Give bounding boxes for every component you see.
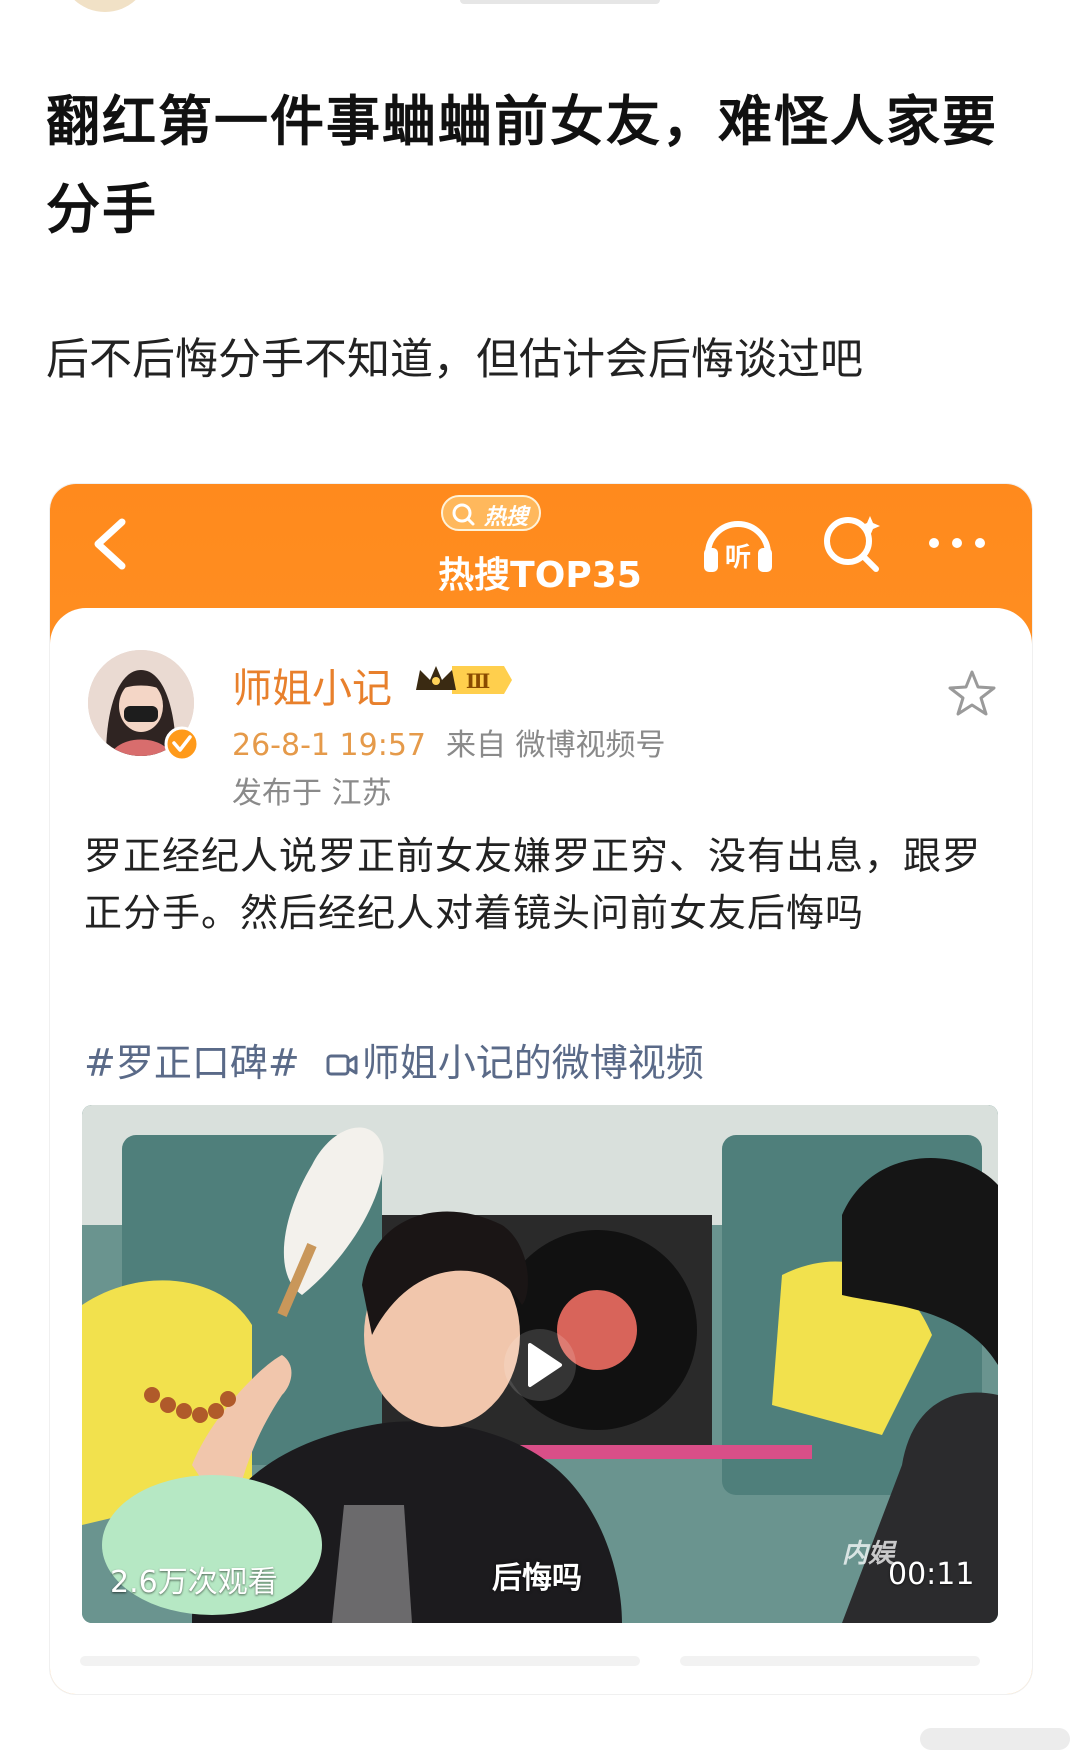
search-icon[interactable] <box>818 508 888 578</box>
video-link[interactable]: 师姐小记的微博视频 <box>362 1041 704 1085</box>
post-text: 罗正经纪人说罗正前女友嫌罗正穷、没有出息，跟罗正分手。然后经纪人对着镜头问前女友… <box>84 834 982 935</box>
cut-off-content <box>80 1656 980 1666</box>
play-icon[interactable] <box>502 1327 578 1403</box>
hot-search-badge-label: 热搜 <box>484 505 529 530</box>
post-time: 26-8-1 19:57 <box>232 728 426 763</box>
post-card: 师姐小记 Ⅲ 26-8-1 19:57 来自 微博视频号 发布于 江苏 罗正经纪人… <box>50 608 1032 1694</box>
post-tags: #罗正口碑# 师姐小记的微博视频 <box>84 1038 1004 1088</box>
top-avatar-fragment <box>60 0 150 12</box>
vip-level-badge-icon: Ⅲ <box>416 666 512 694</box>
post-source[interactable]: 来自 微博视频号 <box>446 728 666 763</box>
watermark <box>920 1728 1070 1750</box>
svg-text:Ⅲ: Ⅲ <box>466 669 490 693</box>
hot-search-header: 热搜 热搜TOP35 听 <box>50 484 1032 624</box>
post-meta: 26-8-1 19:57 来自 微博视频号 <box>232 720 666 764</box>
show-logo: 内娱 <box>842 1539 895 1569</box>
video-camera-icon <box>326 1054 358 1076</box>
star-icon[interactable] <box>946 668 998 720</box>
back-arrow-icon[interactable] <box>86 514 136 574</box>
embedded-weibo-screenshot: 热搜 热搜TOP35 听 师姐小记 Ⅲ 26-8-1 19:57 来自 微博视频… <box>50 484 1032 1694</box>
more-icon[interactable] <box>922 528 992 558</box>
video-caption: 后悔吗 <box>492 1561 582 1596</box>
top-text-fragment <box>460 0 660 4</box>
post-location: 发布于 江苏 <box>232 776 392 811</box>
author-name[interactable]: 师姐小记 <box>232 656 392 714</box>
hot-search-badge: 热搜 <box>440 492 590 536</box>
video-duration: 00:11 <box>888 1557 975 1592</box>
article-subtitle: 后不后悔分手不知道，但估计会后悔谈过吧 <box>46 335 863 385</box>
listen-icon[interactable]: 听 <box>698 508 778 578</box>
hashtag-link[interactable]: #罗正口碑# <box>84 1041 300 1085</box>
video-player[interactable]: 2.6万次观看 后悔吗 内娱 00:11 <box>82 1105 998 1623</box>
verified-badge-icon <box>164 726 200 762</box>
article-title: 翻红第一件事蛐蛐前女友，难怪人家要分手 <box>46 90 998 241</box>
view-count: 2.6万次观看 <box>110 1565 278 1600</box>
svg-text:听: 听 <box>725 543 751 573</box>
hot-search-title: 热搜TOP35 <box>438 555 642 596</box>
